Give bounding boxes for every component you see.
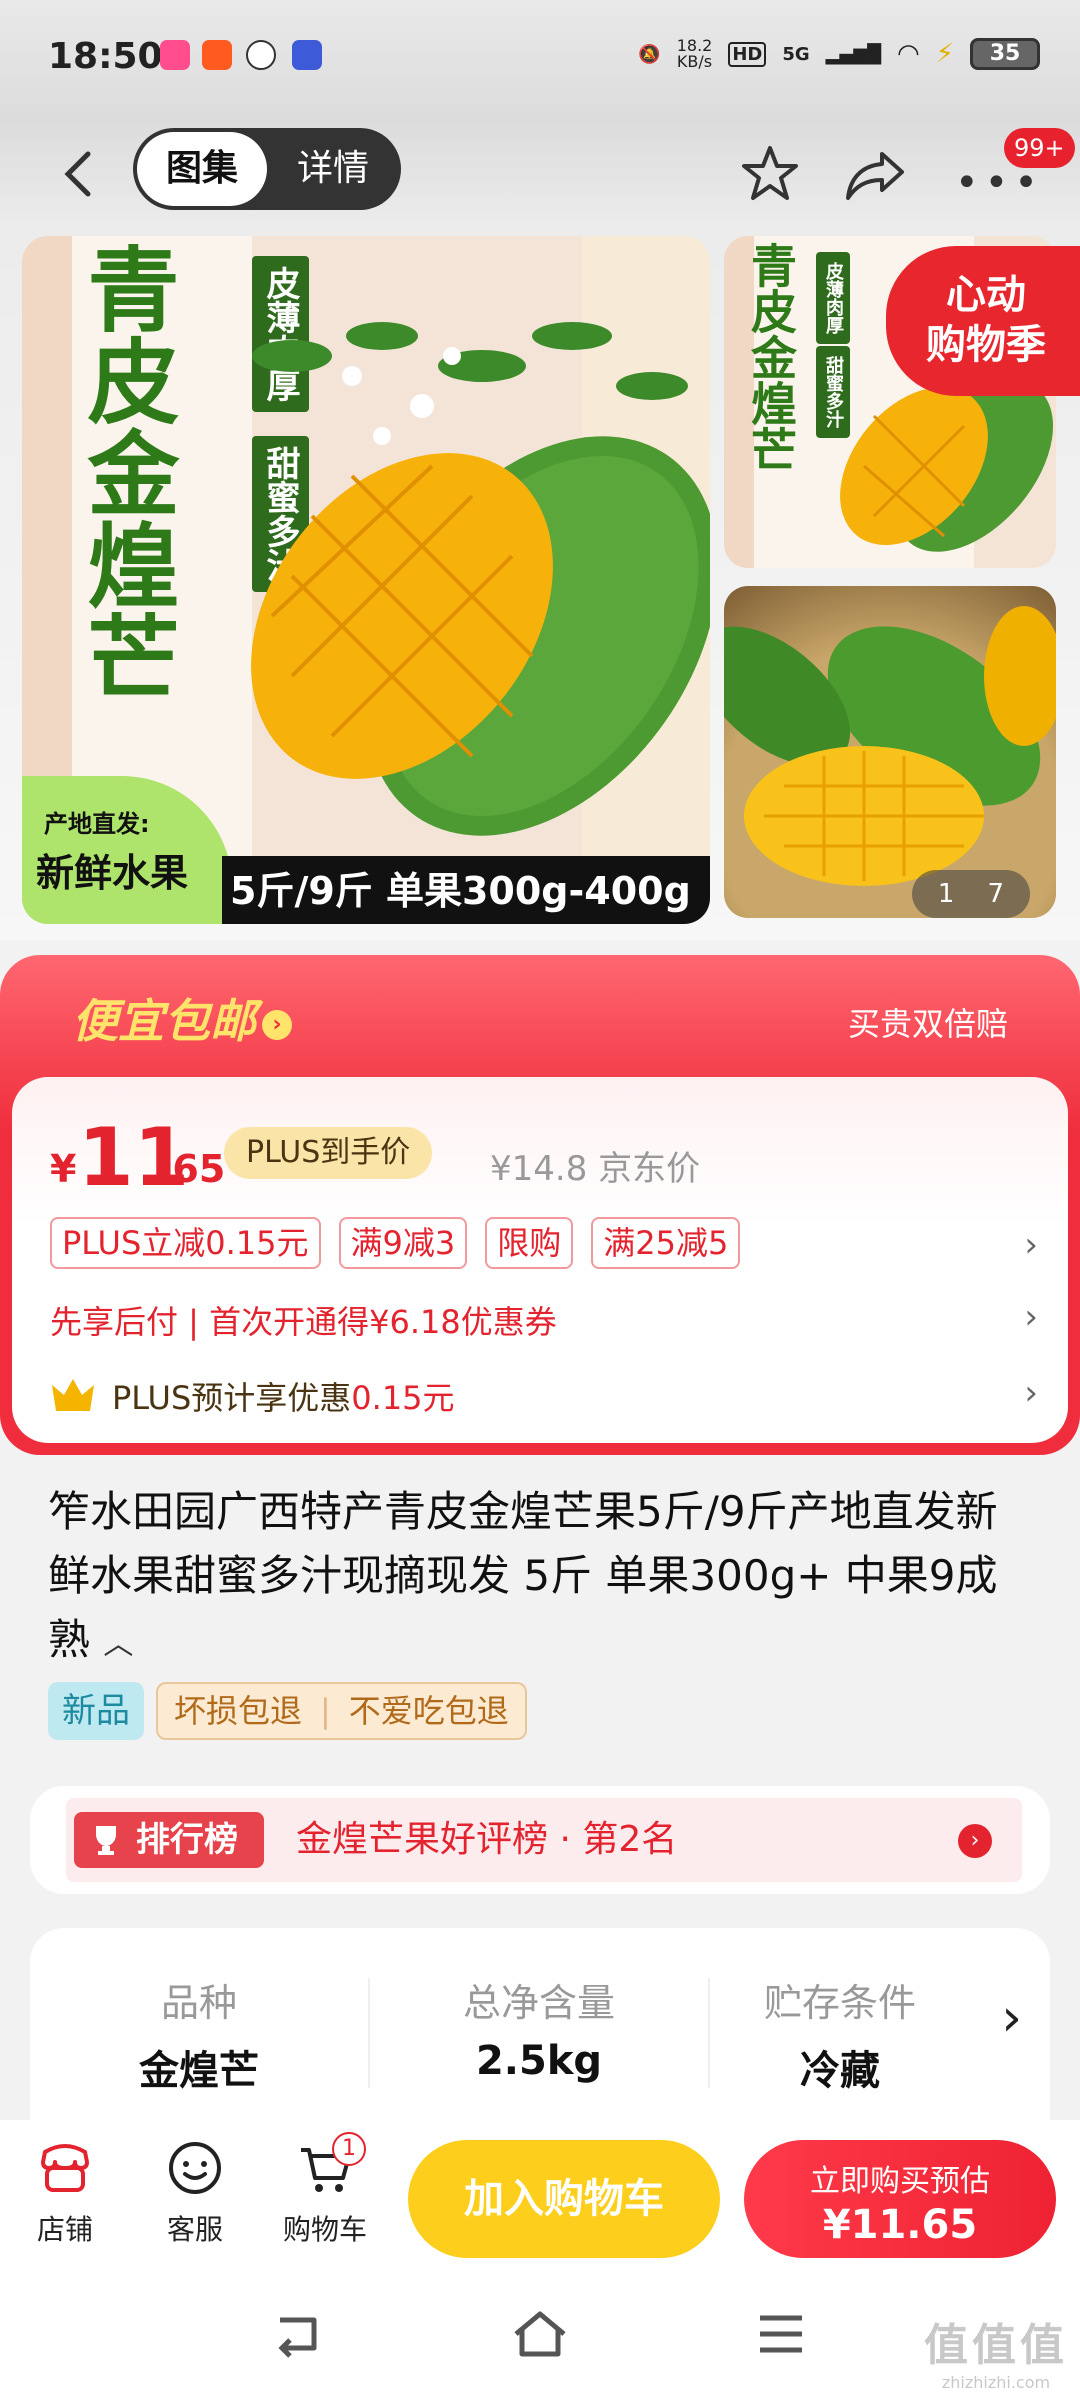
tieba-notification-icon [292,40,322,70]
new-product-badge: 新品 [48,1682,144,1740]
thumbnail-mango-photo [724,606,1056,886]
spec-item: 贮存条件 冷藏 [710,1928,970,2128]
buy-now-price: ¥11.65 [822,2202,978,2248]
promo-tag: 限购 [485,1217,574,1269]
hd-icon: HD [728,41,767,67]
site-watermark: 值值值 zhizhizhi.com [924,2320,1068,2392]
tab-gallery[interactable]: 图集 [137,132,267,206]
image-spec-strip: 5斤/9斤 单果300g-400g [222,856,710,924]
product-title[interactable]: 笮水田园广西特产青皮金煌芒果5斤/9斤产地直发新鲜水果甜蜜多汁现摘现发 5斤 单… [48,1480,1038,1677]
gallery-thumbnail-2[interactable] [724,586,1056,918]
system-navigation-bar: 值值值 zhizhizhi.com [0,2270,1080,2400]
plus-price-tag: PLUS到手价 [224,1127,433,1179]
damage-return-label: 坏损包退 [174,1692,303,1730]
buy-now-label: 立即购买预估 [810,2164,990,2199]
origin-badge-line1: 产地直发: [44,810,150,838]
cheap-shipping-banner[interactable]: 便宜包邮 › [72,985,292,1051]
chevron-right-icon[interactable]: › [1024,1297,1038,1337]
gallery-pager: 1 7 [912,870,1030,918]
mute-icon: 🔕 [638,43,661,65]
promo-line1: 心动 [946,272,1026,318]
price-guarantee[interactable]: 买贵双倍赔 [848,999,1008,1045]
thumbnail-sub-1: 皮薄肉厚 [816,252,850,344]
chevron-right-icon[interactable]: › [1001,1988,1022,2048]
ranking-row[interactable]: 排行榜 金煌芒果好评榜 · 第2名 › [66,1798,1022,1882]
system-back-icon[interactable] [270,2306,326,2362]
share-icon[interactable] [842,146,908,204]
cart-count-badge: 1 [332,2132,366,2166]
service-badges[interactable]: 新品 坏损包退 | 不爱吃包退 [48,1682,527,1740]
spec-key: 贮存条件 [763,1981,916,2025]
price-decimal: .65 [158,1147,226,1191]
badge-divider: | [320,1692,331,1730]
spec-item: 品种 金煌芒 [30,1928,368,2128]
spec-key: 品种 [160,1981,237,2025]
return-guarantee-badge[interactable]: 坏损包退 | 不爱吃包退 [156,1682,527,1740]
tab-detail[interactable]: 详情 [269,132,397,206]
promo-tag: 满9减3 [338,1217,468,1269]
jd-reference-price: ¥14.8 京东价 [490,1149,701,1189]
signal-label: 5G [782,43,810,65]
add-to-cart-button[interactable]: 加入购物车 [408,2140,720,2258]
signal-icon: ▂▄▆█ [825,43,882,65]
spec-value: 冷藏 [800,2048,880,2094]
favorite-star-icon[interactable] [738,142,802,206]
product-gallery[interactable]: 青皮金煌芒 皮薄肉厚 甜蜜多汁 产地直发: 新鲜水果 5斤/9斤 单果300g-… [0,230,1080,940]
customer-service-button[interactable]: 客服 [140,2138,250,2248]
wifi-icon: ◠ [897,39,920,69]
promo-line2: 购物季 [926,322,1046,368]
chat-notification-icon [246,40,276,70]
pager-current: 1 [937,879,955,909]
thumbnail-title: 青皮金煌芒 [744,242,798,472]
bottom-action-bar: 店铺 客服 购物车 1 加入购物车 立即购买预估 ¥11.65 [0,2120,1080,2270]
chevron-right-icon[interactable]: › [958,1824,992,1858]
price-currency: ¥ [50,1147,77,1191]
plus-estimated-discount[interactable]: PLUS预计享优惠0.15元 [112,1373,455,1419]
chevron-right-icon: › [262,1009,292,1040]
ranking-tag: 排行榜 [74,1812,264,1868]
system-menu-icon[interactable] [756,2306,806,2362]
status-bar: 18:50 🔕 18.2 KB/s HD 5G ▂▄▆█ ◠ ⚡ 35 [0,0,1080,120]
store-icon [41,2144,89,2192]
chevron-right-icon[interactable]: › [1024,1373,1038,1413]
promotion-tags[interactable]: PLUS立减0.15元 满9减3 限购 满25减5 [50,1217,741,1269]
taobao-notification-icon [202,40,232,70]
message-badge: 99+ [1004,128,1075,168]
promo-tag: PLUS立减0.15元 [50,1217,321,1269]
buy-now-button[interactable]: 立即购买预估 ¥11.65 [744,2140,1056,2258]
view-switcher: 图集 详情 [133,128,401,210]
spec-key: 总净含量 [462,1981,615,2025]
origin-badge-line2: 新鲜水果 [36,851,189,895]
chevron-right-icon[interactable]: › [1024,1225,1038,1265]
mango-illustration [251,322,710,836]
ranking-card[interactable]: 排行榜 金煌芒果好评榜 · 第2名 › [30,1786,1050,1894]
crown-icon [52,1379,94,1411]
app-notification-icon [160,40,190,70]
charging-icon: ⚡ [935,39,954,69]
spec-value: 2.5kg [475,2038,603,2084]
customer-service-icon [169,2142,221,2194]
pager-total: 7 [987,879,1005,909]
ranking-text: 金煌芒果好评榜 · 第2名 [296,1819,678,1860]
main-product-image[interactable]: 青皮金煌芒 皮薄肉厚 甜蜜多汁 产地直发: 新鲜水果 5斤/9斤 单果300g-… [22,236,710,924]
price-section: 便宜包邮 › 买贵双倍赔 ¥ 11 .65 PLUS到手价 ¥14.8 京东价 P… [0,955,1080,1455]
top-nav: 图集 详情 ••• 99+ [0,120,1080,230]
promo-corner-tag[interactable]: 心动 购物季 [886,246,1080,396]
dislike-return-label: 不爱吃包退 [348,1692,509,1730]
pay-later-offer[interactable]: 先享后付 | 首次开通得¥6.18优惠券 [50,1297,557,1343]
system-home-icon[interactable] [510,2306,570,2362]
store-button[interactable]: 店铺 [10,2138,120,2248]
spec-value: 金煌芒 [139,2048,259,2094]
chevron-up-icon[interactable]: ︿ [103,1627,133,1662]
battery-indicator: 35 [970,38,1040,70]
spec-item: 总净含量 2.5kg [370,1928,708,2128]
cart-button[interactable]: 购物车 1 [270,2132,380,2248]
spec-summary[interactable]: 品种 金煌芒 总净含量 2.5kg 贮存条件 冷藏 › [30,1928,1050,2128]
status-time: 18:50 [48,36,163,77]
trophy-icon [96,1826,116,1855]
price-detail-card: ¥ 11 .65 PLUS到手价 ¥14.8 京东价 PLUS立减0.15元 满… [12,1077,1068,1443]
promo-tag: 满25减5 [591,1217,741,1269]
network-speed: 18.2 KB/s [676,36,713,71]
back-arrow-icon[interactable] [50,144,110,204]
